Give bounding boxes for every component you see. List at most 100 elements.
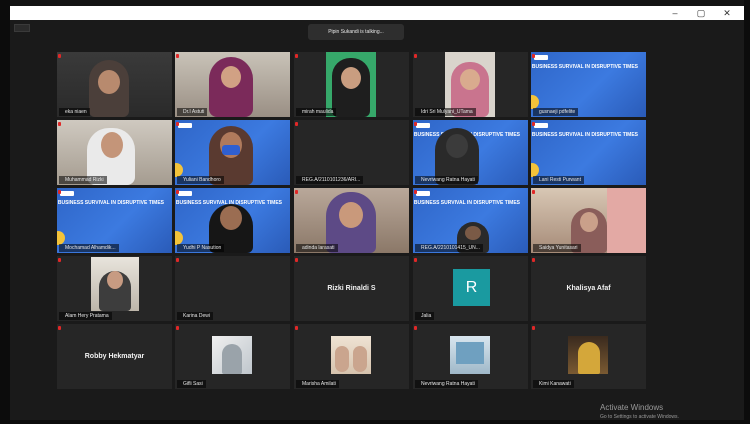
slide-logo <box>60 191 74 196</box>
face <box>580 212 598 232</box>
participant-name: Muhammad Rizki <box>59 176 107 184</box>
participant-tile[interactable]: BUSINESS SURVIVAL IN DISRUPTIVE TIMES Yu… <box>175 188 290 253</box>
profile-picture <box>450 336 490 374</box>
minimize-icon[interactable]: – <box>670 6 680 20</box>
mic-muted-icon <box>295 326 298 330</box>
participant-name: Nevriwang Ratna Hayati <box>415 380 478 388</box>
participant-tile[interactable]: Robby Hekmatyar <box>57 324 172 389</box>
person-silhouette <box>578 342 600 374</box>
slide-logo <box>416 191 430 196</box>
participant-name: adinda larasati <box>296 244 338 252</box>
participant-tile[interactable]: Gifli Sasi <box>175 324 290 389</box>
participant-name: Karina Dewi <box>177 312 213 320</box>
screen-frame-bottom <box>0 420 750 424</box>
participant-tile[interactable]: Nevriwang Ratna Hayati <box>413 324 528 389</box>
participant-name: Jalia <box>415 312 435 320</box>
slide-decoration <box>175 231 183 245</box>
participant-name: Nevriwang Ratna Hayati <box>415 176 478 184</box>
participant-name: Marisha Amilati <box>296 380 339 388</box>
window-controls: – ▢ ✕ <box>670 6 732 20</box>
mic-muted-icon <box>414 190 417 194</box>
mic-muted-icon <box>295 122 298 126</box>
participant-display-name: Rizki Rinaldi S <box>327 285 376 292</box>
screen-frame-right <box>744 0 750 424</box>
mic-muted-icon <box>532 258 535 262</box>
mic-muted-icon <box>414 326 417 330</box>
face <box>107 271 123 289</box>
face <box>221 66 241 88</box>
mic-muted-icon <box>414 258 417 262</box>
mic-muted-icon <box>176 190 179 194</box>
participant-tile[interactable]: Karina Dewi <box>175 256 290 321</box>
close-icon[interactable]: ✕ <box>722 6 732 20</box>
participant-display-name: Khalisya Afaf <box>566 285 611 292</box>
participant-tile[interactable]: Yuliani Bandhoro <box>175 120 290 185</box>
participant-tile[interactable]: Alam Hery Pratama <box>57 256 172 321</box>
slide-title: BUSINESS SURVIVAL IN DISRUPTIVE TIMES <box>531 132 638 138</box>
participant-tile[interactable]: Marisha Amilati <box>294 324 409 389</box>
screen-frame-left <box>0 0 10 424</box>
mic-muted-icon <box>532 54 535 58</box>
view-toggle-icon[interactable] <box>14 24 30 32</box>
mic-muted-icon <box>58 54 61 58</box>
window-titlebar: – ▢ ✕ <box>10 6 744 20</box>
participant-name: Kimi Kanawati <box>533 380 574 388</box>
face <box>339 202 363 228</box>
participant-name: eka niaen <box>59 108 90 116</box>
slide-decoration <box>531 95 539 109</box>
face <box>341 67 361 89</box>
slide-logo <box>416 123 430 128</box>
participant-tile[interactable]: mirah maulida <box>294 52 409 117</box>
participant-name: REG.A/2110101236/ARI... <box>296 176 364 184</box>
participant-tile[interactable]: Saidya Yunitasari <box>531 188 646 253</box>
face <box>98 70 120 94</box>
participant-name: Yuliani Bandhoro <box>177 176 224 184</box>
participant-name: Dr.I Astuti <box>177 108 208 116</box>
participant-name: REG.A/2210101415_UN... <box>415 244 483 252</box>
meeting-window: Pipin Sukandi is talking... eka niaen Dr… <box>10 20 744 420</box>
slide-title: BUSINESS SURVIVAL IN DISRUPTIVE TIMES <box>413 200 520 206</box>
participant-tile[interactable]: Kimi Kanawati <box>531 324 646 389</box>
participant-tile[interactable]: REG.A/2110101236/ARI... <box>294 120 409 185</box>
maximize-icon[interactable]: ▢ <box>696 6 706 20</box>
participant-name: Idri Sri Mulyani_UTama <box>415 108 476 116</box>
mic-muted-icon <box>58 122 61 126</box>
participant-tile[interactable]: eka niaen <box>57 52 172 117</box>
participant-name: Saidya Yunitasari <box>533 244 581 252</box>
participant-tile[interactable]: Dr.I Astuti <box>175 52 290 117</box>
participant-name: mirah maulida <box>296 108 337 116</box>
slide-logo <box>534 123 548 128</box>
participant-tile[interactable]: BUSINESS SURVIVAL IN DISRUPTIVE TIMES La… <box>531 120 646 185</box>
mic-muted-icon <box>414 122 417 126</box>
mic-muted-icon <box>532 122 535 126</box>
video-background <box>607 188 646 253</box>
participant-name: Gifli Sasi <box>177 380 206 388</box>
profile-picture <box>331 336 371 374</box>
participant-tile[interactable]: Rizki Rinaldi S <box>294 256 409 321</box>
participant-name: Alam Hery Pratama <box>59 312 112 320</box>
person-silhouette <box>353 346 367 372</box>
participant-tile[interactable]: BUSINESS SURVIVAL IN DISRUPTIVE TIMES Mo… <box>57 188 172 253</box>
mic-muted-icon <box>58 326 61 330</box>
slide-logo <box>178 123 192 128</box>
face <box>220 206 242 230</box>
participant-tile[interactable]: adinda larasati <box>294 188 409 253</box>
participant-tile[interactable]: Idri Sri Mulyani_UTama <box>413 52 528 117</box>
watermark-subtitle: Go to Settings to activate Windows. <box>600 414 679 420</box>
participant-tile[interactable]: BUSINESS SURVIVAL IN DISRUPTIVE TIMES gu… <box>531 52 646 117</box>
participant-name: Yudhi P Nasution <box>177 244 225 252</box>
participant-tile[interactable]: Khalisya Afaf <box>531 256 646 321</box>
slide-title: BUSINESS SURVIVAL IN DISRUPTIVE TIMES <box>531 64 638 70</box>
participant-tile[interactable]: R Jalia <box>413 256 528 321</box>
participant-tile[interactable]: BUSINESS SURVIVAL IN DISRUPTIVE TIMES RE… <box>413 188 528 253</box>
slide-title: BUSINESS SURVIVAL IN DISRUPTIVE TIMES <box>57 200 164 206</box>
participant-name: gusnaeji pdfelite <box>533 108 579 116</box>
mic-muted-icon <box>295 258 298 262</box>
avatar: R <box>453 269 490 306</box>
participant-tile[interactable]: BUSINESS SURVIVAL IN DISRUPTIVE TIMES Ne… <box>413 120 528 185</box>
person-silhouette <box>222 344 242 374</box>
participant-tile[interactable]: Muhammad Rizki <box>57 120 172 185</box>
mic-muted-icon <box>414 54 417 58</box>
participant-name: Lani Resti Purwant <box>533 176 584 184</box>
mic-muted-icon <box>295 54 298 58</box>
